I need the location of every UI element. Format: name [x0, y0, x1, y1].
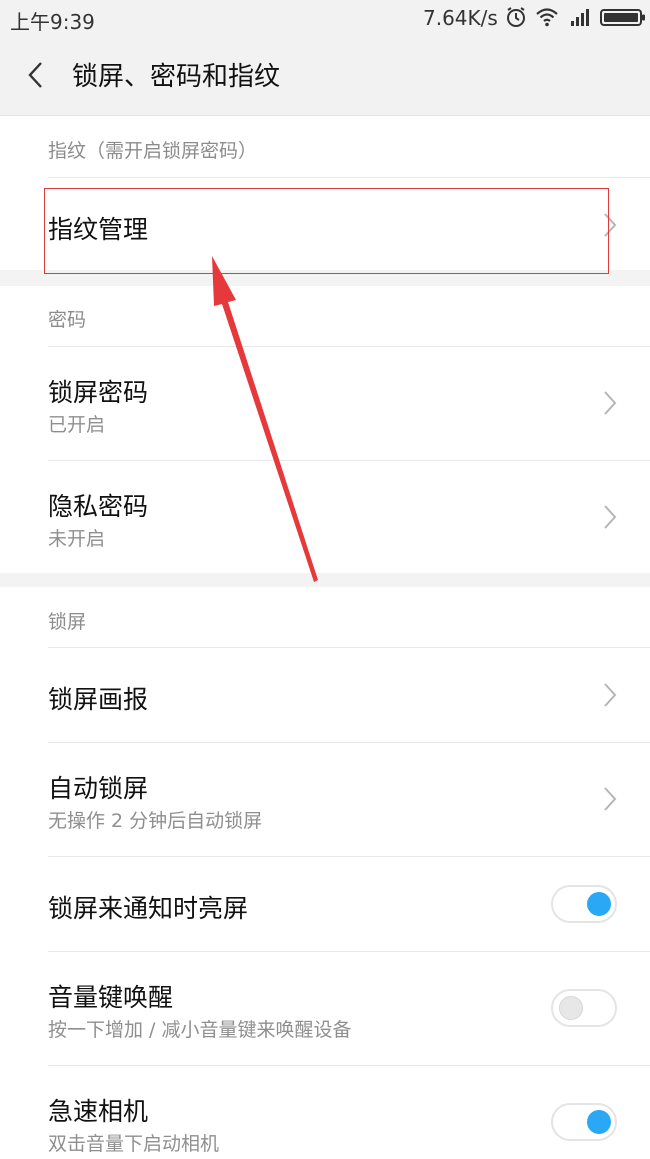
row-wake-on-notification[interactable]: 锁屏来通知时亮屏: [0, 857, 650, 951]
row-subtitle: 未开启: [48, 528, 106, 550]
section-label-password: 密码: [48, 309, 87, 331]
row-title: 锁屏密码: [48, 378, 149, 407]
page-title: 锁屏、密码和指纹: [72, 62, 281, 92]
row-title: 急速相机: [48, 1097, 149, 1126]
row-title: 隐私密码: [48, 492, 149, 521]
section-label-lockscreen: 锁屏: [48, 611, 87, 633]
row-subtitle: 无操作 2 分钟后自动锁屏: [48, 810, 263, 832]
row-title: 锁屏来通知时亮屏: [48, 894, 249, 923]
network-speed: 7.64K/s: [423, 6, 498, 30]
status-bar: 上午9:39 7.64K/s: [0, 0, 650, 34]
toggle-volume-key-wake[interactable]: [551, 989, 617, 1027]
row-fingerprint-management[interactable]: 指纹管理: [0, 178, 650, 270]
title-bar: 锁屏、密码和指纹: [0, 34, 650, 116]
row-subtitle: 按一下增加 / 减小音量键来唤醒设备: [48, 1019, 352, 1041]
chevron-right-icon: [604, 683, 617, 707]
row-quick-camera[interactable]: 急速相机 双击音量下启动相机: [0, 1066, 650, 1159]
section-gap: [0, 573, 650, 587]
row-title: 自动锁屏: [48, 774, 149, 803]
chevron-right-icon: [604, 505, 617, 529]
section-gap: [0, 270, 650, 286]
toggle-wake-on-notification[interactable]: [551, 885, 617, 923]
section-label-fingerprint: 指纹（需开启锁屏密码）: [48, 140, 258, 162]
toggle-quick-camera[interactable]: [551, 1103, 617, 1141]
status-time: 上午9:39: [10, 10, 95, 34]
toggle-knob: [587, 1110, 611, 1134]
row-privacy-password[interactable]: 隐私密码 未开启: [0, 461, 650, 573]
row-title: 锁屏画报: [48, 685, 149, 714]
row-volume-key-wake[interactable]: 音量键唤醒 按一下增加 / 减小音量键来唤醒设备: [0, 952, 650, 1065]
chevron-right-icon: [604, 787, 617, 811]
row-lockscreen-password[interactable]: 锁屏密码 已开启: [0, 347, 650, 460]
toggle-knob: [559, 996, 583, 1020]
battery-icon: [600, 9, 645, 26]
row-auto-lock[interactable]: 自动锁屏 无操作 2 分钟后自动锁屏: [0, 743, 650, 856]
row-subtitle: 双击音量下启动相机: [48, 1133, 220, 1155]
row-lockscreen-magazine[interactable]: 锁屏画报: [0, 648, 650, 742]
signal-icon: [571, 9, 589, 26]
back-chevron-icon[interactable]: [22, 60, 52, 90]
row-subtitle: 已开启: [48, 414, 106, 436]
alarm-icon: [507, 7, 525, 27]
toggle-knob: [587, 892, 611, 916]
row-title: 音量键唤醒: [48, 983, 174, 1012]
chevron-right-icon: [604, 213, 617, 237]
chevron-right-icon: [604, 391, 617, 415]
wifi-icon: [536, 8, 558, 27]
row-title: 指纹管理: [48, 215, 149, 244]
